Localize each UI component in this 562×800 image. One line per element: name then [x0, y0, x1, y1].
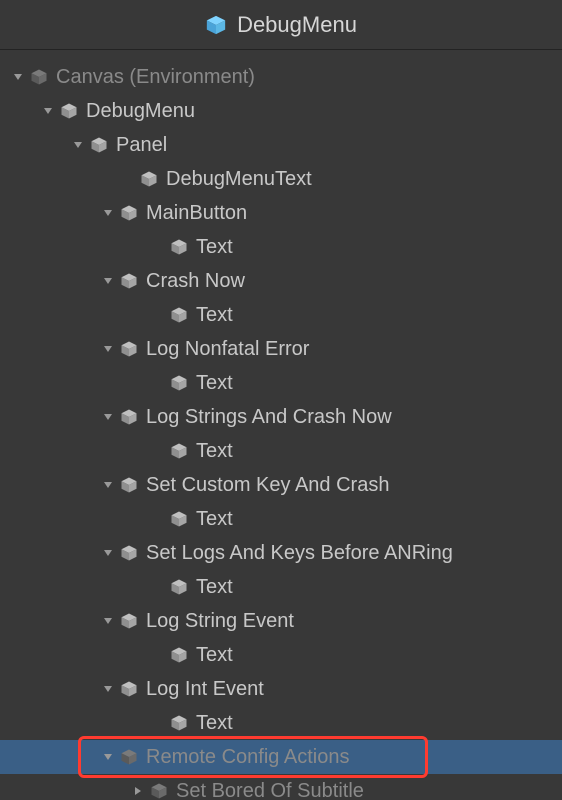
tree-item-label: Panel	[116, 134, 167, 157]
tree-row[interactable]: Canvas (Environment)	[0, 60, 562, 94]
tree-row[interactable]: Set Bored Of Subtitle	[0, 774, 562, 800]
tree-item-label: Text	[196, 644, 233, 667]
tree-item-label: Log Int Event	[146, 678, 264, 701]
expand-arrow-down-icon[interactable]	[100, 751, 116, 763]
tree-item-label: Log Strings And Crash Now	[146, 406, 392, 429]
tree-row[interactable]: DebugMenu	[0, 94, 562, 128]
tree-row[interactable]: Set Logs And Keys Before ANRing	[0, 536, 562, 570]
tree-row[interactable]: Panel	[0, 128, 562, 162]
tree-item-label: Set Bored Of Subtitle	[176, 780, 364, 800]
tree-row[interactable]: Log Nonfatal Error	[0, 332, 562, 366]
tree-row[interactable]: DebugMenuText	[0, 162, 562, 196]
header-title: DebugMenu	[237, 12, 357, 38]
tree-item-label: Text	[196, 508, 233, 531]
tree-row[interactable]: Text	[0, 570, 562, 604]
gameobject-icon	[168, 304, 190, 326]
tree-row[interactable]: Log Strings And Crash Now	[0, 400, 562, 434]
tree-item-label: Canvas (Environment)	[56, 66, 255, 89]
tree-item-label: Text	[196, 236, 233, 259]
tree-item-label: Text	[196, 304, 233, 327]
tree-item-label: Text	[196, 576, 233, 599]
gameobject-icon	[28, 66, 50, 88]
gameobject-icon	[118, 610, 140, 632]
expand-arrow-down-icon[interactable]	[40, 105, 56, 117]
gameobject-icon	[168, 236, 190, 258]
gameobject-icon	[118, 474, 140, 496]
tree-item-label: Text	[196, 440, 233, 463]
gameobject-icon	[118, 338, 140, 360]
tree-row[interactable]: Log String Event	[0, 604, 562, 638]
gameobject-icon	[138, 168, 160, 190]
tree-item-label: DebugMenuText	[166, 168, 312, 191]
tree-row[interactable]: Text	[0, 298, 562, 332]
tree-row[interactable]: Text	[0, 638, 562, 672]
gameobject-icon	[168, 508, 190, 530]
tree-row[interactable]: Text	[0, 230, 562, 264]
tree-item-label: Text	[196, 372, 233, 395]
tree-item-label: Set Logs And Keys Before ANRing	[146, 542, 453, 565]
expand-arrow-down-icon[interactable]	[100, 343, 116, 355]
gameobject-icon	[58, 100, 80, 122]
expand-arrow-down-icon[interactable]	[100, 547, 116, 559]
tree-row[interactable]: Set Custom Key And Crash	[0, 468, 562, 502]
expand-arrow-down-icon[interactable]	[100, 683, 116, 695]
gameobject-icon	[118, 406, 140, 428]
tree-row[interactable]: Log Int Event	[0, 672, 562, 706]
tree-item-label: MainButton	[146, 202, 247, 225]
gameobject-icon	[168, 440, 190, 462]
tree-row[interactable]: Text	[0, 434, 562, 468]
tree-item-label: DebugMenu	[86, 100, 195, 123]
gameobject-icon	[118, 678, 140, 700]
gameobject-icon	[148, 780, 170, 800]
expand-arrow-down-icon[interactable]	[10, 71, 26, 83]
tree-item-label: Crash Now	[146, 270, 245, 293]
expand-arrow-down-icon[interactable]	[100, 411, 116, 423]
gameobject-icon	[168, 644, 190, 666]
gameobject-icon	[118, 542, 140, 564]
expand-arrow-down-icon[interactable]	[70, 139, 86, 151]
tree-item-label: Set Custom Key And Crash	[146, 474, 389, 497]
gameobject-icon	[168, 712, 190, 734]
tree-row[interactable]: Remote Config Actions	[0, 740, 562, 774]
tree-row[interactable]: Crash Now	[0, 264, 562, 298]
gameobject-icon	[118, 202, 140, 224]
hierarchy-tree: Canvas (Environment) DebugMenu Panel Deb…	[0, 50, 562, 800]
gameobject-icon	[168, 372, 190, 394]
gameobject-icon	[118, 746, 140, 768]
tree-item-label: Remote Config Actions	[146, 746, 349, 769]
header-bar: DebugMenu	[0, 0, 562, 50]
expand-arrow-down-icon[interactable]	[100, 479, 116, 491]
tree-row[interactable]: Text	[0, 502, 562, 536]
prefab-icon	[205, 14, 227, 36]
tree-item-label: Text	[196, 712, 233, 735]
tree-item-label: Log Nonfatal Error	[146, 338, 309, 361]
expand-arrow-down-icon[interactable]	[100, 207, 116, 219]
gameobject-icon	[118, 270, 140, 292]
expand-arrow-down-icon[interactable]	[100, 615, 116, 627]
tree-item-label: Log String Event	[146, 610, 294, 633]
tree-row[interactable]: Text	[0, 706, 562, 740]
gameobject-icon	[88, 134, 110, 156]
tree-row[interactable]: MainButton	[0, 196, 562, 230]
gameobject-icon	[168, 576, 190, 598]
expand-arrow-right-icon[interactable]	[130, 785, 146, 797]
tree-row[interactable]: Text	[0, 366, 562, 400]
expand-arrow-down-icon[interactable]	[100, 275, 116, 287]
